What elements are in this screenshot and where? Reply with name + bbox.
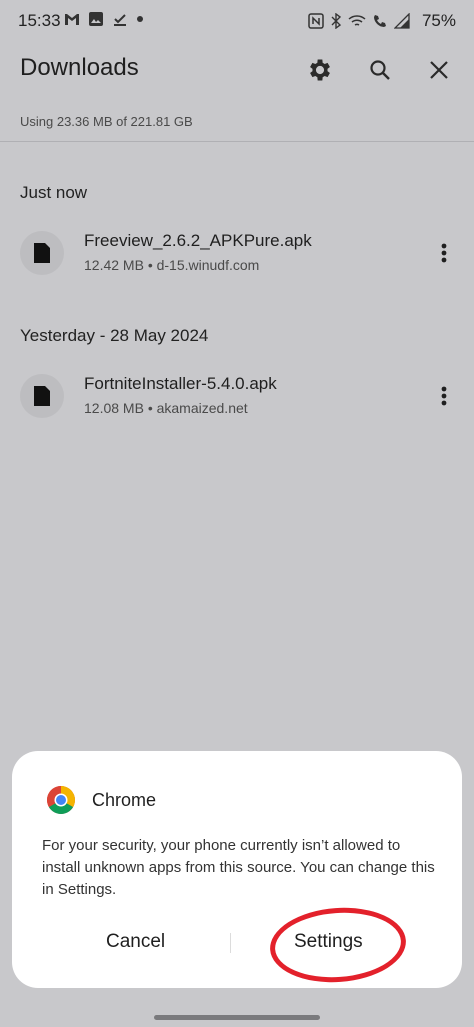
wifi-calling-icon [374, 15, 386, 27]
download-file-meta: 12.08 MB • akamaized.net [84, 400, 248, 416]
dialog-message: For your security, your phone currently … [42, 837, 435, 898]
download-file-name: FortniteInstaller-5.4.0.apk [84, 374, 277, 393]
more-options-button[interactable] [428, 235, 460, 271]
button-separator [230, 933, 231, 953]
signal-icon [394, 13, 410, 29]
battery-level: 75% [421, 11, 456, 30]
more-options-button[interactable] [428, 378, 460, 414]
download-file-meta: 12.42 MB • d-15.winudf.com [84, 257, 260, 273]
file-icon [20, 231, 64, 275]
dot-icon [137, 16, 143, 22]
close-icon [430, 61, 448, 79]
status-time: 15:33 [18, 11, 61, 30]
search-icon [370, 60, 390, 80]
dialog-buttons: Cancel Settings [12, 903, 462, 987]
download-done-icon [114, 14, 126, 26]
section-header-yesterday: Yesterday - 28 May 2024 [20, 326, 209, 345]
home-indicator[interactable] [154, 1015, 320, 1020]
app-bar: Downloads [0, 44, 474, 94]
section-header-just-now: Just now [20, 183, 88, 202]
more-vert-icon [441, 386, 447, 406]
file-icon [20, 374, 64, 418]
chrome-icon [47, 786, 75, 814]
status-left-icons [64, 11, 144, 27]
bluetooth-icon [331, 13, 342, 29]
nfc-icon [308, 13, 324, 29]
download-item[interactable]: Freeview_2.6.2_APKPure.apk 12.42 MB • d-… [0, 223, 474, 283]
close-button[interactable] [421, 52, 457, 88]
download-file-name: Freeview_2.6.2_APKPure.apk [84, 231, 312, 250]
gmail-icon [65, 14, 79, 25]
status-bar: 15:33 75% [0, 0, 474, 44]
page-title: Downloads [20, 54, 139, 81]
download-item[interactable]: FortniteInstaller-5.4.0.apk 12.08 MB • a… [0, 366, 474, 426]
settings-button[interactable] [302, 52, 338, 88]
cancel-button[interactable]: Cancel [106, 931, 165, 953]
install-blocked-dialog: Chrome For your security, your phone cur… [12, 751, 462, 988]
search-button[interactable] [362, 52, 398, 88]
divider [0, 141, 474, 142]
highlight-circle-annotation [267, 903, 409, 987]
wifi-icon [348, 15, 366, 26]
gear-icon [310, 59, 330, 81]
storage-usage: Using 23.36 MB of 221.81 GB [20, 114, 193, 129]
gallery-icon [89, 12, 103, 26]
more-vert-icon [441, 243, 447, 263]
dialog-app-name: Chrome [92, 790, 157, 810]
status-right-icons [308, 13, 410, 29]
